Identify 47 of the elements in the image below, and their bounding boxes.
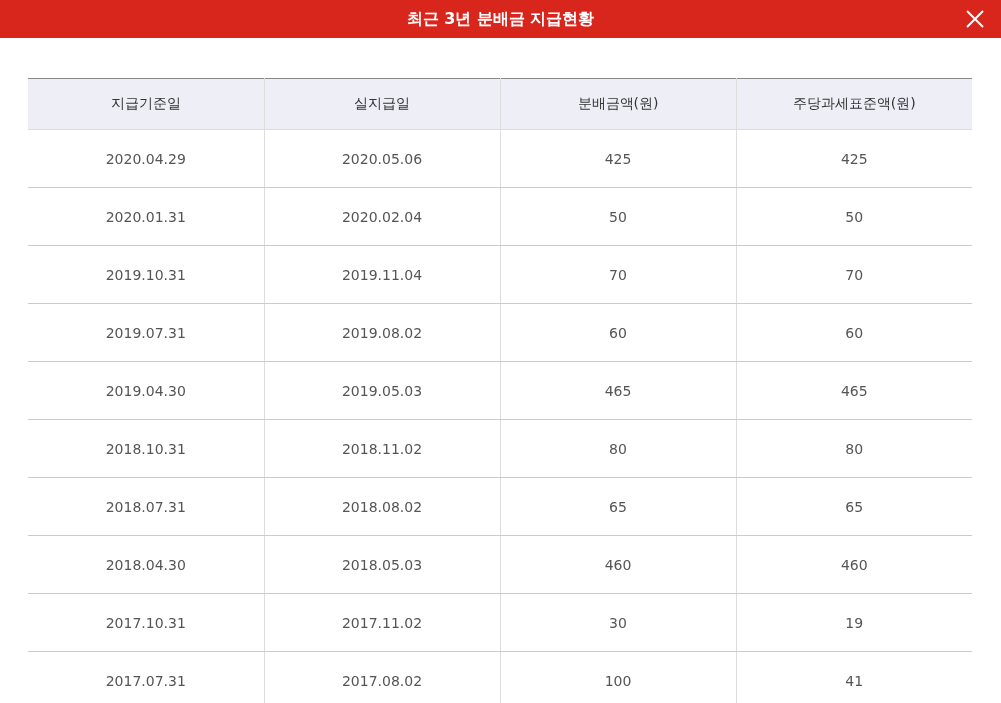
- dialog-title: 최근 3년 분배금 지급현황: [406, 8, 595, 30]
- table-cell: 465: [736, 361, 972, 420]
- table-cell: 465: [500, 361, 736, 420]
- table-cell: 2019.08.02: [264, 303, 500, 362]
- column-header: 주당과세표준액(원): [736, 78, 972, 130]
- table-cell: 2019.11.04: [264, 245, 500, 304]
- table-cell: 2020.04.29: [28, 129, 264, 188]
- table-cell: 65: [736, 477, 972, 536]
- table-cell: 30: [500, 593, 736, 652]
- table-cell: 50: [736, 187, 972, 246]
- table-cell: 60: [500, 303, 736, 362]
- table-cell: 2017.10.31: [28, 593, 264, 652]
- table-cell: 2019.05.03: [264, 361, 500, 420]
- table-cell: 2018.04.30: [28, 535, 264, 594]
- table-cell: 41: [736, 651, 972, 703]
- table-cell: 2017.11.02: [264, 593, 500, 652]
- table-cell: 2018.07.31: [28, 477, 264, 536]
- table-cell: 2018.05.03: [264, 535, 500, 594]
- table-cell: 80: [736, 419, 972, 478]
- table-cell: 460: [736, 535, 972, 594]
- table-cell: 2019.10.31: [28, 245, 264, 304]
- table-cell: 70: [736, 245, 972, 304]
- table-cell: 80: [500, 419, 736, 478]
- table-cell: 2018.11.02: [264, 419, 500, 478]
- table-cell: 2017.08.02: [264, 651, 500, 703]
- table-cell: 2020.02.04: [264, 187, 500, 246]
- table-cell: 60: [736, 303, 972, 362]
- close-button[interactable]: [965, 9, 985, 29]
- close-icon: [965, 9, 985, 29]
- table-cell: 19: [736, 593, 972, 652]
- table-cell: 65: [500, 477, 736, 536]
- table-cell: 2018.08.02: [264, 477, 500, 536]
- table-cell: 70: [500, 245, 736, 304]
- table-cell: 2020.01.31: [28, 187, 264, 246]
- table-cell: 50: [500, 187, 736, 246]
- table-cell: 460: [500, 535, 736, 594]
- table-cell: 2020.05.06: [264, 129, 500, 188]
- table-cell: 2017.07.31: [28, 651, 264, 703]
- table-cell: 2019.04.30: [28, 361, 264, 420]
- table-cell: 425: [736, 129, 972, 188]
- table-cell: 425: [500, 129, 736, 188]
- column-header: 지급기준일: [28, 78, 264, 130]
- table-cell: 100: [500, 651, 736, 703]
- column-header: 실지급일: [264, 78, 500, 130]
- table-cell: 2019.07.31: [28, 303, 264, 362]
- column-header: 분배금액(원): [500, 78, 736, 130]
- table-cell: 2018.10.31: [28, 419, 264, 478]
